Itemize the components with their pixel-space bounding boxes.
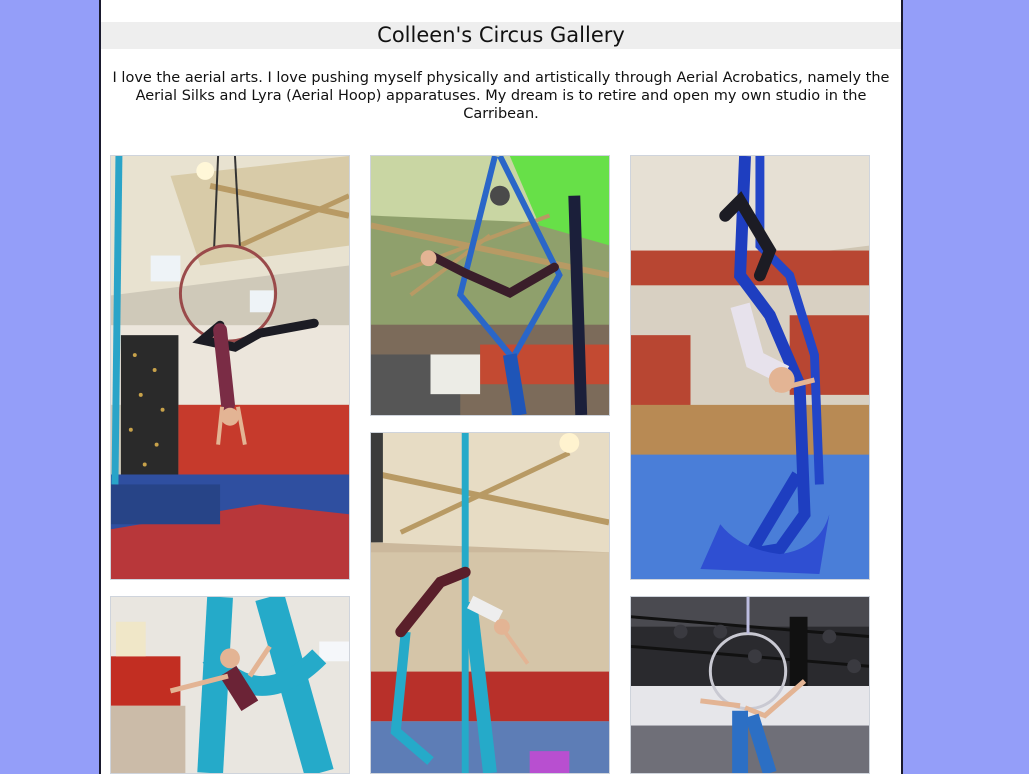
gallery-photo-silks-green[interactable]: [370, 155, 610, 416]
gallery-photo-silks-split[interactable]: [370, 432, 610, 774]
photo-image: [631, 156, 869, 579]
page-title: Colleen's Circus Gallery: [101, 22, 901, 49]
gallery-photo-lyra-gym[interactable]: [110, 155, 350, 580]
gallery-photo-lyra-studio[interactable]: [630, 596, 870, 774]
photo-image: [371, 156, 609, 415]
gallery-page: Colleen's Circus Gallery I love the aeri…: [99, 0, 903, 774]
gallery-photo-silks-blue-wrap[interactable]: [630, 155, 870, 580]
gallery-photo-silks-hammock[interactable]: [110, 596, 350, 774]
photo-image: [631, 597, 869, 773]
photo-image: [111, 156, 349, 579]
photo-image: [371, 433, 609, 773]
photo-image: [111, 597, 349, 773]
intro-paragraph: I love the aerial arts. I love pushing m…: [112, 70, 890, 122]
